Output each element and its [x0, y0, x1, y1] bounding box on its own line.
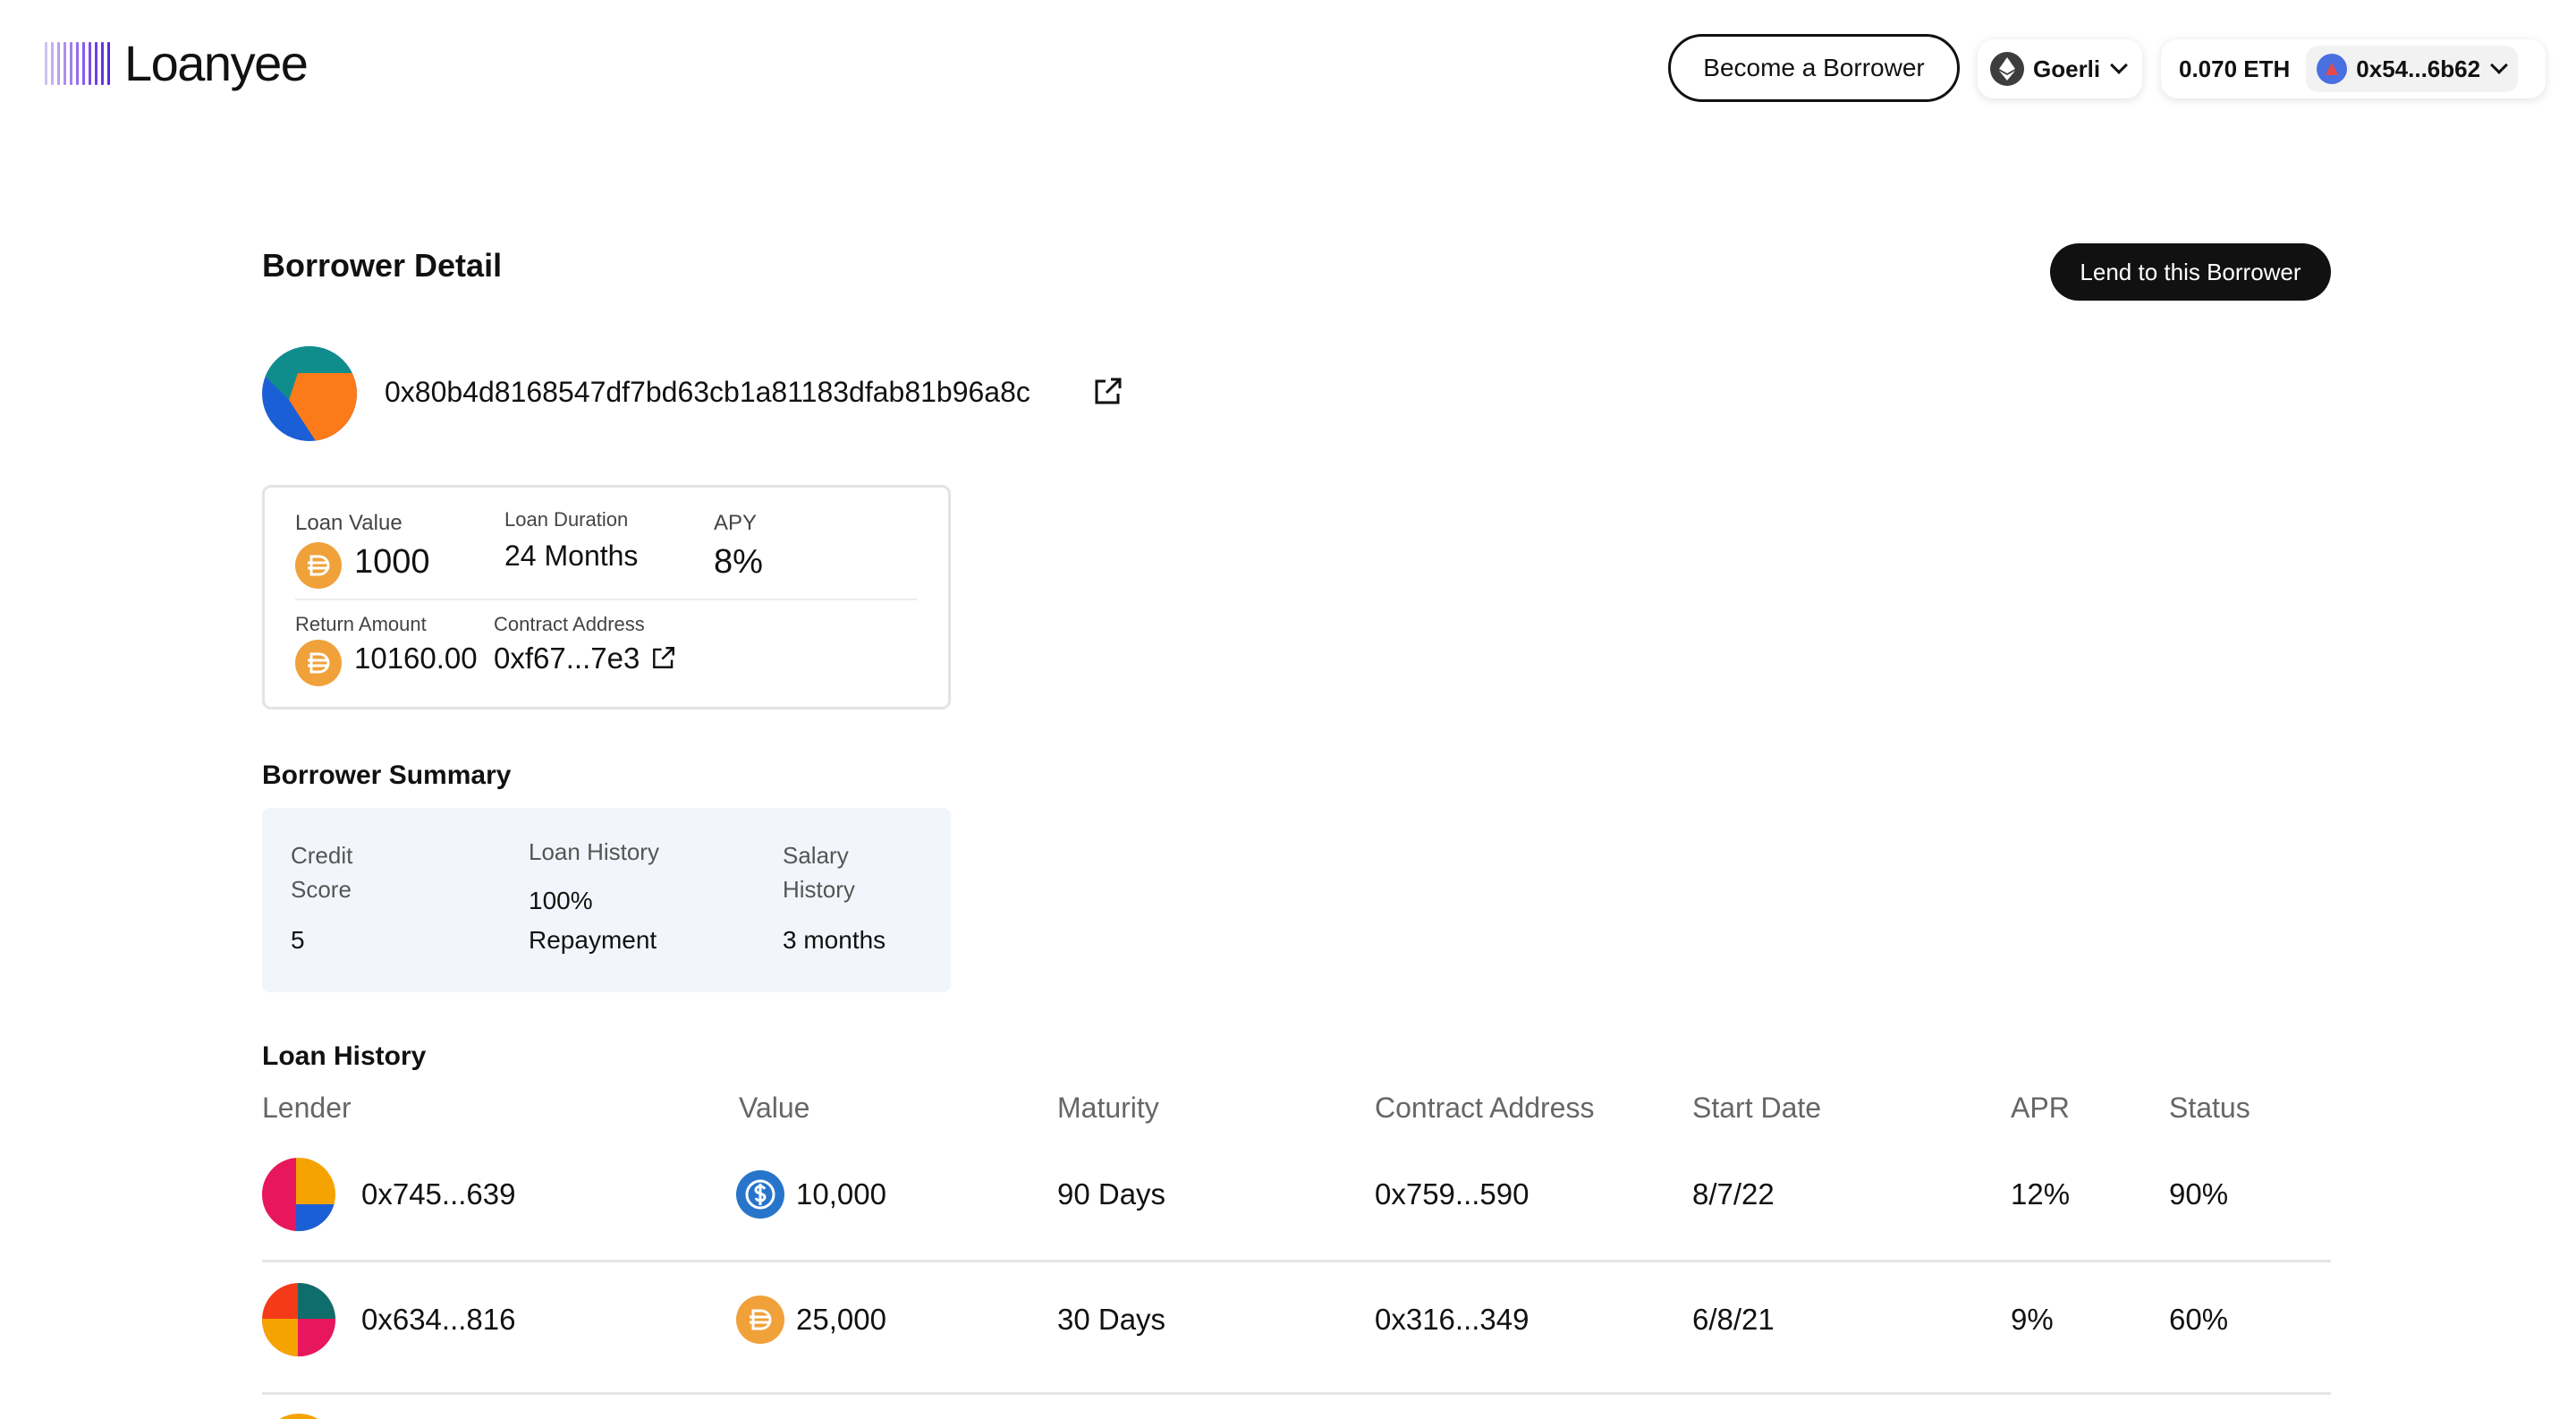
- return-amount: 10160.00: [354, 642, 478, 675]
- loan-value: 1000: [354, 543, 430, 581]
- credit-score-value: 5: [291, 926, 305, 954]
- wallet-address: 0x54...6b62: [2356, 55, 2481, 82]
- external-link-icon[interactable]: [1093, 376, 1123, 411]
- network-name: Goerli: [2033, 55, 2101, 82]
- usdc-icon: [736, 1170, 784, 1219]
- dai-icon: [736, 1296, 784, 1344]
- status: 90%: [2169, 1177, 2229, 1211]
- table-row[interactable]: 0x634...816 25,000 30 Days 0x316...349 6…: [262, 1262, 2331, 1394]
- account-button[interactable]: 0x54...6b62: [2306, 46, 2519, 92]
- status: 60%: [2169, 1303, 2229, 1336]
- lender-avatar: [262, 1414, 335, 1419]
- column-header-start-date: Start Date: [1692, 1092, 1822, 1124]
- maturity: 90 Days: [1057, 1177, 1166, 1211]
- borrower-avatar: [262, 346, 357, 441]
- apr: 12%: [2011, 1177, 2071, 1211]
- ethereum-icon: [1990, 52, 2024, 86]
- external-link-icon[interactable]: [651, 645, 676, 675]
- contract-address: 0x759...590: [1375, 1177, 1530, 1211]
- column-header-status: Status: [2169, 1092, 2250, 1124]
- maturity: 30 Days: [1057, 1303, 1166, 1336]
- chevron-down-icon: [2490, 56, 2508, 74]
- loan-duration-label: Loan Duration: [504, 508, 629, 531]
- salary-history-value: 3 months: [783, 926, 886, 954]
- account-avatar: [2317, 54, 2348, 84]
- borrower-address: 0x80b4d8168547df7bd63cb1a81183dfab81b96a…: [385, 376, 1030, 408]
- contract-address: 0xf67...7e3: [494, 642, 640, 675]
- become-borrower-button[interactable]: Become a Borrower: [1668, 34, 1960, 102]
- loan-value: 25,000: [796, 1303, 886, 1336]
- column-header-contract-address: Contract Address: [1375, 1092, 1595, 1124]
- loan-duration: 24 Months: [504, 540, 639, 572]
- chevron-down-icon: [2110, 56, 2129, 74]
- return-amount-label: Return Amount: [295, 613, 427, 635]
- loan-history-title: Loan History: [262, 1041, 427, 1071]
- lender-avatar: [262, 1158, 335, 1231]
- table-row[interactable]: 0x745...639 10,000 90 Days 0x759...590 8…: [262, 1127, 2331, 1260]
- lender-address: 0x634...816: [361, 1303, 516, 1336]
- borrower-summary-title: Borrower Summary: [262, 760, 512, 790]
- dai-icon: [295, 542, 342, 589]
- logo-mark-icon: [45, 41, 110, 85]
- start-date: 8/7/22: [1692, 1177, 1775, 1211]
- apy-label: APY: [714, 511, 758, 535]
- lender-address: 0x745...639: [361, 1177, 516, 1211]
- salary-history-label: Salary History: [783, 842, 855, 903]
- wallet-balance: 0.070 ETH: [2179, 55, 2291, 82]
- column-header-value: Value: [739, 1092, 810, 1124]
- wallet-chip[interactable]: 0.070 ETH 0x54...6b62: [2161, 39, 2546, 98]
- brand-name: Loanyee: [124, 35, 309, 91]
- apy-value: 8%: [714, 543, 763, 581]
- loan-history-label: Loan History: [529, 838, 659, 865]
- row-divider: [262, 1392, 2331, 1395]
- apr: 9%: [2011, 1303, 2054, 1336]
- network-selector[interactable]: Goerli: [1978, 39, 2142, 98]
- column-header-maturity: Maturity: [1057, 1092, 1159, 1124]
- divider: [295, 599, 917, 600]
- loan-value: 10,000: [796, 1177, 886, 1211]
- loan-details-card: Loan Value 1000 Loan Duration 24 Months …: [262, 485, 951, 710]
- lender-avatar: [262, 1283, 335, 1356]
- loan-history-value: 100% Repayment: [529, 887, 657, 954]
- credit-score-label: Credit Score: [291, 842, 353, 903]
- lend-button[interactable]: Lend to this Borrower: [2050, 243, 2331, 301]
- loan-value-label: Loan Value: [295, 511, 402, 535]
- dai-icon: [295, 640, 342, 686]
- contract-address: 0x316...349: [1375, 1303, 1530, 1336]
- page-title: Borrower Detail: [262, 247, 503, 284]
- borrower-summary-panel: Credit Score 5 Loan History 100% Repayme…: [262, 808, 951, 992]
- column-header-lender: Lender: [262, 1092, 352, 1124]
- column-header-apr: APR: [2011, 1092, 2070, 1124]
- contract-address-label: Contract Address: [494, 613, 645, 635]
- logo[interactable]: Loanyee: [45, 34, 309, 92]
- start-date: 6/8/21: [1692, 1303, 1775, 1336]
